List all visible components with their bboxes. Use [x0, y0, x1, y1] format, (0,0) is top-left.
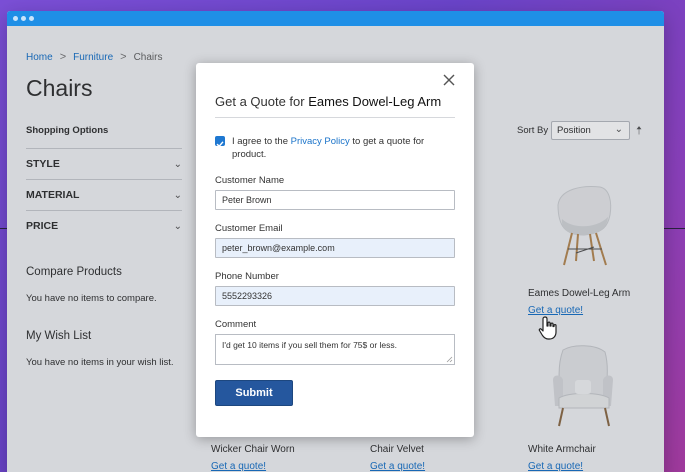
hand-cursor-icon — [538, 316, 557, 340]
window-dot-icon[interactable] — [13, 16, 18, 21]
background-line — [0, 228, 7, 229]
modal-title: Get a Quote for Eames Dowel-Leg Arm — [215, 94, 441, 109]
comment-label: Comment — [215, 319, 257, 330]
checkmark-icon — [216, 141, 224, 148]
window-dot-icon[interactable] — [29, 16, 34, 21]
filter-style[interactable]: STYLE ⌄ — [26, 148, 182, 179]
resize-grip-icon[interactable] — [446, 356, 453, 363]
filter-material[interactable]: MATERIAL ⌄ — [26, 179, 182, 210]
shopping-options-heading: Shopping Options — [26, 125, 109, 136]
get-quote-link-wicker[interactable]: Get a quote! — [211, 461, 266, 472]
filter-label: PRICE — [26, 220, 59, 232]
phone-number-input[interactable]: 5552293326 — [215, 286, 455, 306]
agree-text-before: I agree to the — [232, 136, 291, 147]
breadcrumb-separator: > — [59, 51, 67, 63]
compare-products-text: You have no items to compare. — [26, 293, 157, 304]
breadcrumb-home[interactable]: Home — [26, 52, 53, 63]
get-quote-link-white-armchair[interactable]: Get a quote! — [528, 461, 583, 472]
submit-button[interactable]: Submit — [215, 380, 293, 406]
customer-email-input[interactable]: peter_brown@example.com — [215, 238, 455, 258]
white-armchair-image[interactable] — [549, 344, 617, 428]
privacy-agreement-text: I agree to the Privacy Policy to get a q… — [232, 135, 432, 161]
product-name-velvet[interactable]: Chair Velvet — [370, 444, 424, 455]
sort-direction-icon[interactable]: 🠡 — [636, 122, 642, 141]
breadcrumb-separator: > — [120, 51, 127, 63]
quote-modal: Get a Quote for Eames Dowel-Leg Arm I ag… — [196, 63, 474, 437]
filter-label: MATERIAL — [26, 189, 80, 201]
eames-chair-image[interactable] — [552, 183, 617, 268]
customer-email-label: Customer Email — [215, 223, 283, 234]
chevron-down-icon: ⌄ — [173, 158, 182, 170]
chevron-down-icon: ⌄ — [173, 189, 182, 201]
customer-name-label: Customer Name — [215, 175, 285, 186]
breadcrumb-current: Chairs — [133, 51, 163, 63]
product-name-white-armchair[interactable]: White Armchair — [528, 444, 596, 455]
close-icon[interactable] — [442, 73, 456, 87]
chevron-down-icon: ⌄ — [173, 220, 182, 232]
phone-number-label: Phone Number — [215, 271, 279, 282]
modal-divider — [215, 117, 455, 118]
page-title: Chairs — [26, 75, 93, 101]
privacy-checkbox[interactable] — [215, 136, 225, 148]
product-name-eames[interactable]: Eames Dowel-Leg Arm — [528, 288, 630, 299]
wishlist-heading: My Wish List — [26, 330, 92, 342]
customer-name-input[interactable]: Peter Brown — [215, 190, 455, 210]
breadcrumb-furniture[interactable]: Furniture — [73, 52, 113, 63]
window-dot-icon[interactable] — [21, 16, 26, 21]
wishlist-text: You have no items in your wish list. — [26, 357, 174, 368]
privacy-policy-link[interactable]: Privacy Policy — [291, 136, 350, 147]
window-titlebar — [7, 11, 664, 26]
product-name-wicker[interactable]: Wicker Chair Worn — [211, 444, 295, 455]
comment-text: I'd get 10 items if you sell them for 75… — [222, 340, 398, 350]
sort-select-value: Position — [557, 125, 591, 136]
comment-textarea[interactable]: I'd get 10 items if you sell them for 75… — [215, 334, 455, 365]
modal-title-product: Eames Dowel-Leg Arm — [308, 94, 442, 109]
breadcrumb: Home > Furniture > Chairs — [26, 51, 162, 63]
background-line — [664, 228, 685, 229]
get-quote-link-velvet[interactable]: Get a quote! — [370, 461, 425, 472]
sort-by-label: Sort By — [517, 125, 549, 136]
filter-price[interactable]: PRICE ⌄ — [26, 210, 182, 241]
compare-products-heading: Compare Products — [26, 266, 122, 278]
modal-title-prefix: Get a Quote for — [215, 94, 305, 109]
filter-label: STYLE — [26, 158, 60, 170]
chevron-down-icon: ⌄ — [614, 124, 623, 135]
sort-select[interactable]: Position ⌄ — [551, 121, 630, 140]
